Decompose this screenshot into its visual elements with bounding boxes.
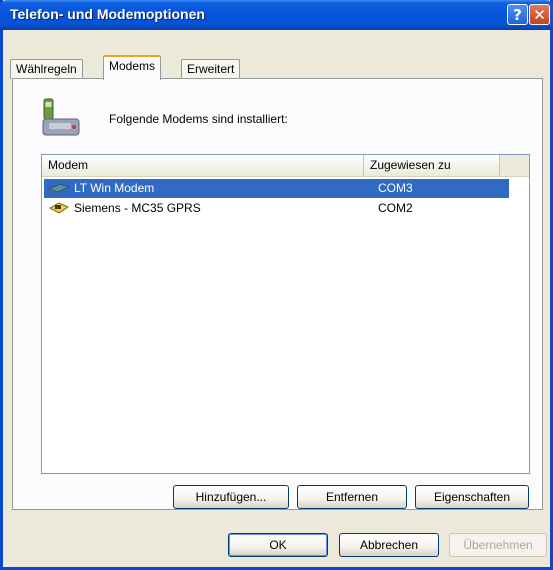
phone-modem-icon <box>42 98 80 136</box>
apply-button[interactable]: Übernehmen <box>449 533 547 557</box>
ok-button[interactable]: OK <box>228 533 328 557</box>
tab-modems[interactable]: Modems <box>103 55 162 80</box>
add-button[interactable]: Hinzufügen... <box>173 485 289 509</box>
close-icon: ✕ <box>533 5 546 24</box>
window-title: Telefon- und Modemoptionen <box>10 6 205 22</box>
close-button[interactable]: ✕ <box>529 4 550 25</box>
help-button[interactable]: ? <box>507 4 528 25</box>
tab-panel-modems: Folgende Modems sind installiert: Modem … <box>12 78 543 510</box>
properties-button[interactable]: Eigenschaften <box>415 485 529 509</box>
tab-erweitert[interactable]: Erweitert <box>181 59 241 79</box>
title-bar[interactable]: Telefon- und Modemoptionen ? ✕ <box>0 0 553 30</box>
list-header: Modem Zugewiesen zu <box>42 155 529 177</box>
list-row[interactable]: LT Win Modem COM3 <box>44 179 509 198</box>
column-header-assigned[interactable]: Zugewiesen zu <box>364 155 500 176</box>
phone-modem-small-icon <box>48 202 70 214</box>
column-header-modem[interactable]: Modem <box>42 155 364 176</box>
help-icon: ? <box>513 5 522 24</box>
modem-list[interactable]: Modem Zugewiesen zu LT Win Modem COM3 Si… <box>41 154 530 474</box>
modem-port: COM2 <box>378 201 413 215</box>
tab-waehlregeln[interactable]: Wählregeln <box>10 59 83 79</box>
remove-button[interactable]: Entfernen <box>297 485 407 509</box>
installed-modems-label: Folgende Modems sind installiert: <box>109 112 288 126</box>
modem-name: LT Win Modem <box>74 181 155 195</box>
modem-port: COM3 <box>378 181 413 195</box>
modem-name: Siemens - MC35 GPRS <box>74 201 201 215</box>
dialog-window: Telefon- und Modemoptionen ? ✕ Wählregel… <box>0 0 553 570</box>
cancel-button[interactable]: Abbrechen <box>339 533 439 557</box>
modem-card-icon <box>48 183 70 194</box>
list-row[interactable]: Siemens - MC35 GPRS COM2 <box>44 199 509 218</box>
